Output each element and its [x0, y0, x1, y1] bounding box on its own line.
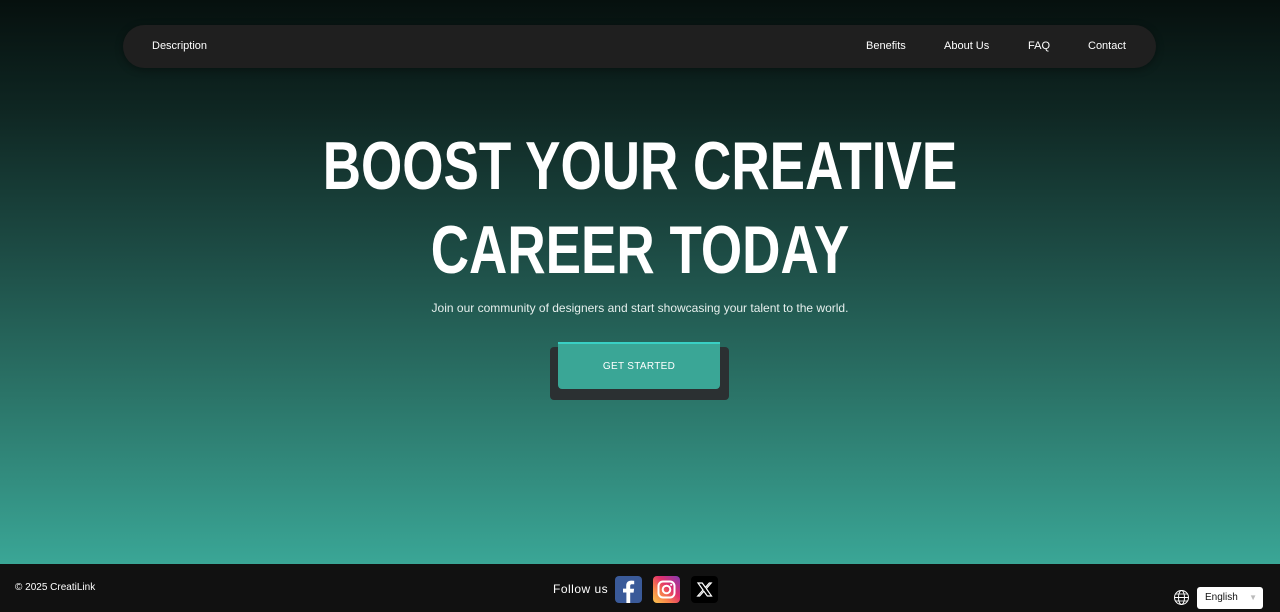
x-icon[interactable] — [691, 576, 718, 603]
language-select[interactable]: English ▼ — [1197, 587, 1263, 609]
nav-link-about-us[interactable]: About Us — [944, 25, 989, 68]
copyright-text: © 2025 CreatiLink — [15, 582, 96, 593]
nav-link-benefits[interactable]: Benefits — [866, 25, 906, 68]
hero-headline-line-1: BOOST YOUR CREATIVE — [322, 128, 958, 204]
top-navbar: Description Benefits About Us FAQ Contac… — [123, 25, 1156, 68]
globe-icon — [1174, 590, 1189, 605]
nav-link-contact[interactable]: Contact — [1088, 25, 1126, 68]
language-select-value: English — [1205, 592, 1238, 603]
facebook-icon[interactable] — [615, 576, 642, 603]
footer: © 2025 CreatiLink Follow us — [0, 564, 1280, 612]
hero-subtitle: Join our community of designers and star… — [431, 301, 849, 315]
get-started-button[interactable]: GET STARTED — [558, 342, 720, 389]
hero-section: Description Benefits About Us FAQ Contac… — [0, 0, 1280, 564]
chevron-down-icon: ▼ — [1249, 593, 1257, 602]
nav-link-description[interactable]: Description — [152, 25, 207, 68]
hero-headline-line-2: CAREER TODAY — [430, 212, 850, 288]
hero-headline: BOOST YOUR CREATIVE CAREER TODAY — [0, 124, 1280, 292]
instagram-icon[interactable] — [653, 576, 680, 603]
follow-us-label: Follow us — [553, 582, 609, 596]
nav-link-faq[interactable]: FAQ — [1028, 25, 1050, 68]
